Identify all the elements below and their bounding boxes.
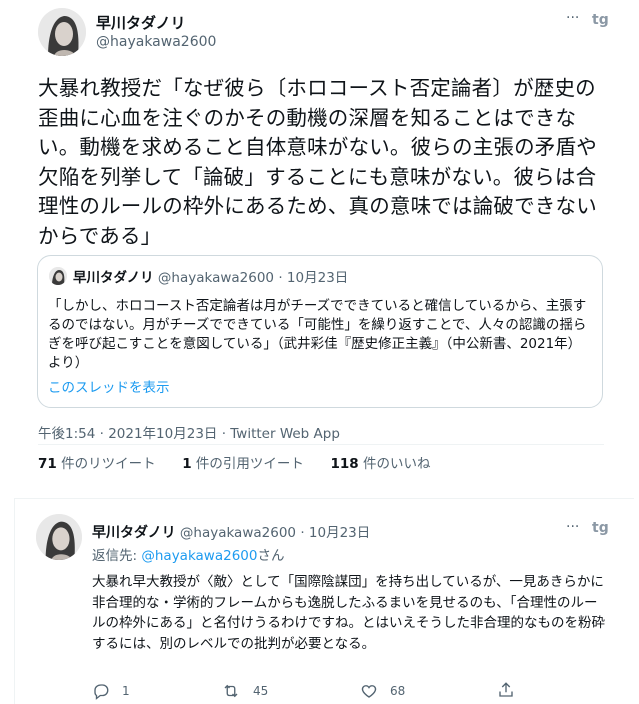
quoted-author-avatar (49, 267, 67, 285)
share-action[interactable] (497, 681, 515, 699)
like-icon (361, 685, 377, 698)
author-name[interactable]: 早川タダノリ (96, 12, 186, 33)
quoted-tweet-date: 10月23日 (286, 270, 349, 286)
reply-to-handle[interactable]: @hayakawa2600 (141, 548, 257, 564)
reply-count: 1 (122, 684, 130, 698)
reply-author-name[interactable]: 早川タダノリ (92, 525, 176, 541)
reply-date[interactable]: 10月23日 (309, 525, 370, 541)
quoted-author-name: 早川タダノリ (73, 270, 154, 286)
tweet-text: 大暴れ教授だ「なぜ彼ら〔ホロコースト否定論者〕が歴史の歪曲に心血を注ぐのかその動… (38, 76, 597, 248)
svg-text:tg: tg (592, 520, 609, 536)
show-thread-link[interactable]: このスレッドを表示 (48, 376, 170, 396)
reply-header: 早川タダノリ @hayakawa2600 · 10月23日 (92, 525, 371, 541)
tweetdeck-icon[interactable]: tg (590, 8, 612, 30)
reply-more-icon[interactable]: ··· (566, 519, 579, 535)
like-action[interactable]: 68 (360, 682, 405, 700)
avatar-image (38, 8, 86, 56)
reply-author-handle[interactable]: @hayakawa2600 (180, 525, 296, 541)
author-avatar[interactable] (38, 8, 86, 56)
quotes-stat[interactable]: 1 件の引用ツイート (182, 456, 304, 472)
quoted-tweet-text: 「しかし、ホロコースト否定論者は月がチーズでできていると確信しているから、主張す… (48, 298, 587, 371)
reply-icon (94, 684, 109, 700)
likes-stat[interactable]: 118 件のいいね (330, 456, 430, 472)
retweet-count: 45 (253, 684, 269, 698)
like-count: 68 (390, 684, 406, 698)
share-icon (499, 682, 513, 697)
retweet-icon (224, 684, 238, 698)
quoted-tweet-header: 早川タダノリ @hayakawa2600 · 10月23日 (73, 270, 349, 286)
retweet-action[interactable]: 45 (221, 682, 268, 700)
reply-action[interactable]: 1 (92, 682, 130, 700)
tweet-timestamp[interactable]: 午後1:54 · 2021年10月23日 · Twitter Web App (38, 422, 340, 442)
author-handle[interactable]: @hayakawa2600 (96, 34, 216, 50)
more-icon[interactable]: ··· (566, 10, 588, 26)
svg-text:tg: tg (592, 12, 609, 28)
tweet-stats: 71 件のリツイート 1 件の引用ツイート 118 件のいいね (38, 452, 430, 472)
reply-author-avatar[interactable] (36, 514, 82, 560)
reply-text: 大暴れ早大教授が〈敵〉として「国際陰謀団」を持ち出しているが、一見あきらかに非合… (92, 574, 605, 652)
quoted-author-handle: @hayakawa2600 (157, 270, 275, 286)
retweets-stat[interactable]: 71 件のリツイート (38, 456, 156, 472)
divider (38, 444, 604, 445)
reply-to-line: 返信先: @hayakawa2600さん (92, 548, 285, 564)
reply-tweetdeck-icon[interactable]: tg (590, 516, 612, 542)
